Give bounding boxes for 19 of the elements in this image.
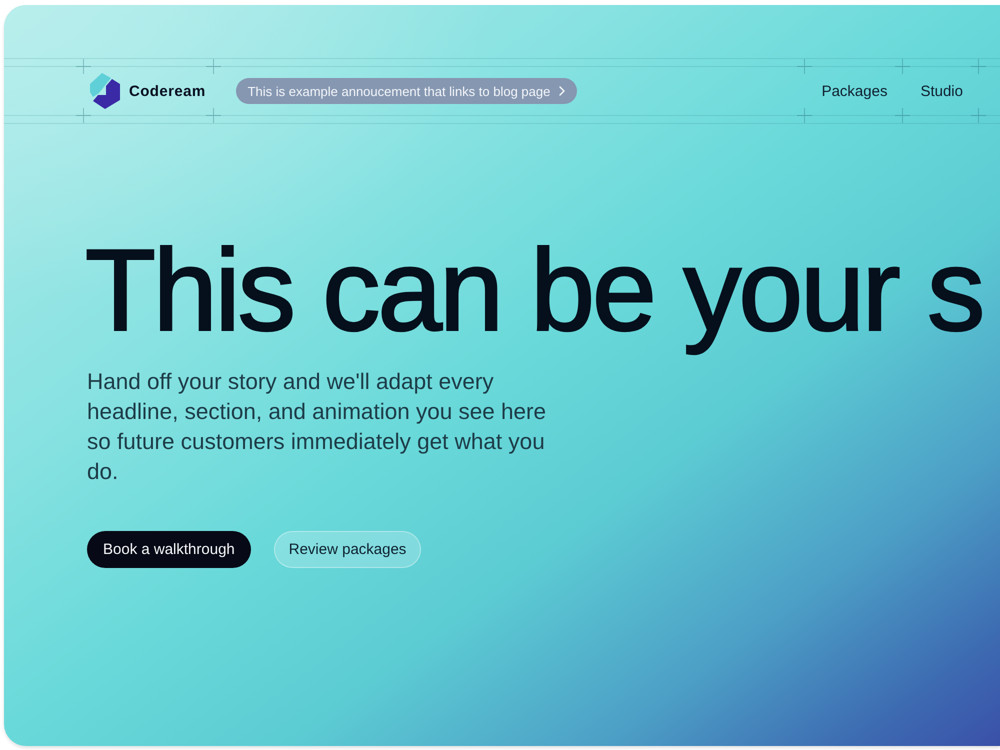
walkthrough-button[interactable]: Book a walkthrough — [87, 531, 251, 568]
plus-mark-icon — [797, 59, 812, 74]
nav-link[interactable]: Studio — [920, 82, 963, 100]
plus-mark-icon — [797, 108, 812, 123]
plus-mark-icon — [895, 108, 910, 123]
plus-mark-icon — [76, 108, 91, 123]
nav-link[interactable]: Packages — [822, 82, 888, 100]
plus-mark-icon — [206, 108, 221, 123]
chevron-right-icon — [559, 86, 566, 96]
packages-button[interactable]: Review packages — [274, 531, 422, 568]
hero-headline: This can be your s — [84, 224, 984, 357]
plus-mark-icon — [76, 59, 91, 74]
plus-mark-icon — [971, 59, 986, 74]
plus-mark-icon — [971, 108, 986, 123]
plus-mark-icon — [206, 59, 221, 74]
plus-mark-icon — [895, 59, 910, 74]
logo-icon[interactable] — [90, 73, 120, 109]
brand-name[interactable]: Codeream — [129, 82, 206, 100]
hero-description: Hand off your story and we'll adapt every headline, section, and animation you see here so future customers immediately get what you do. — [87, 368, 548, 486]
